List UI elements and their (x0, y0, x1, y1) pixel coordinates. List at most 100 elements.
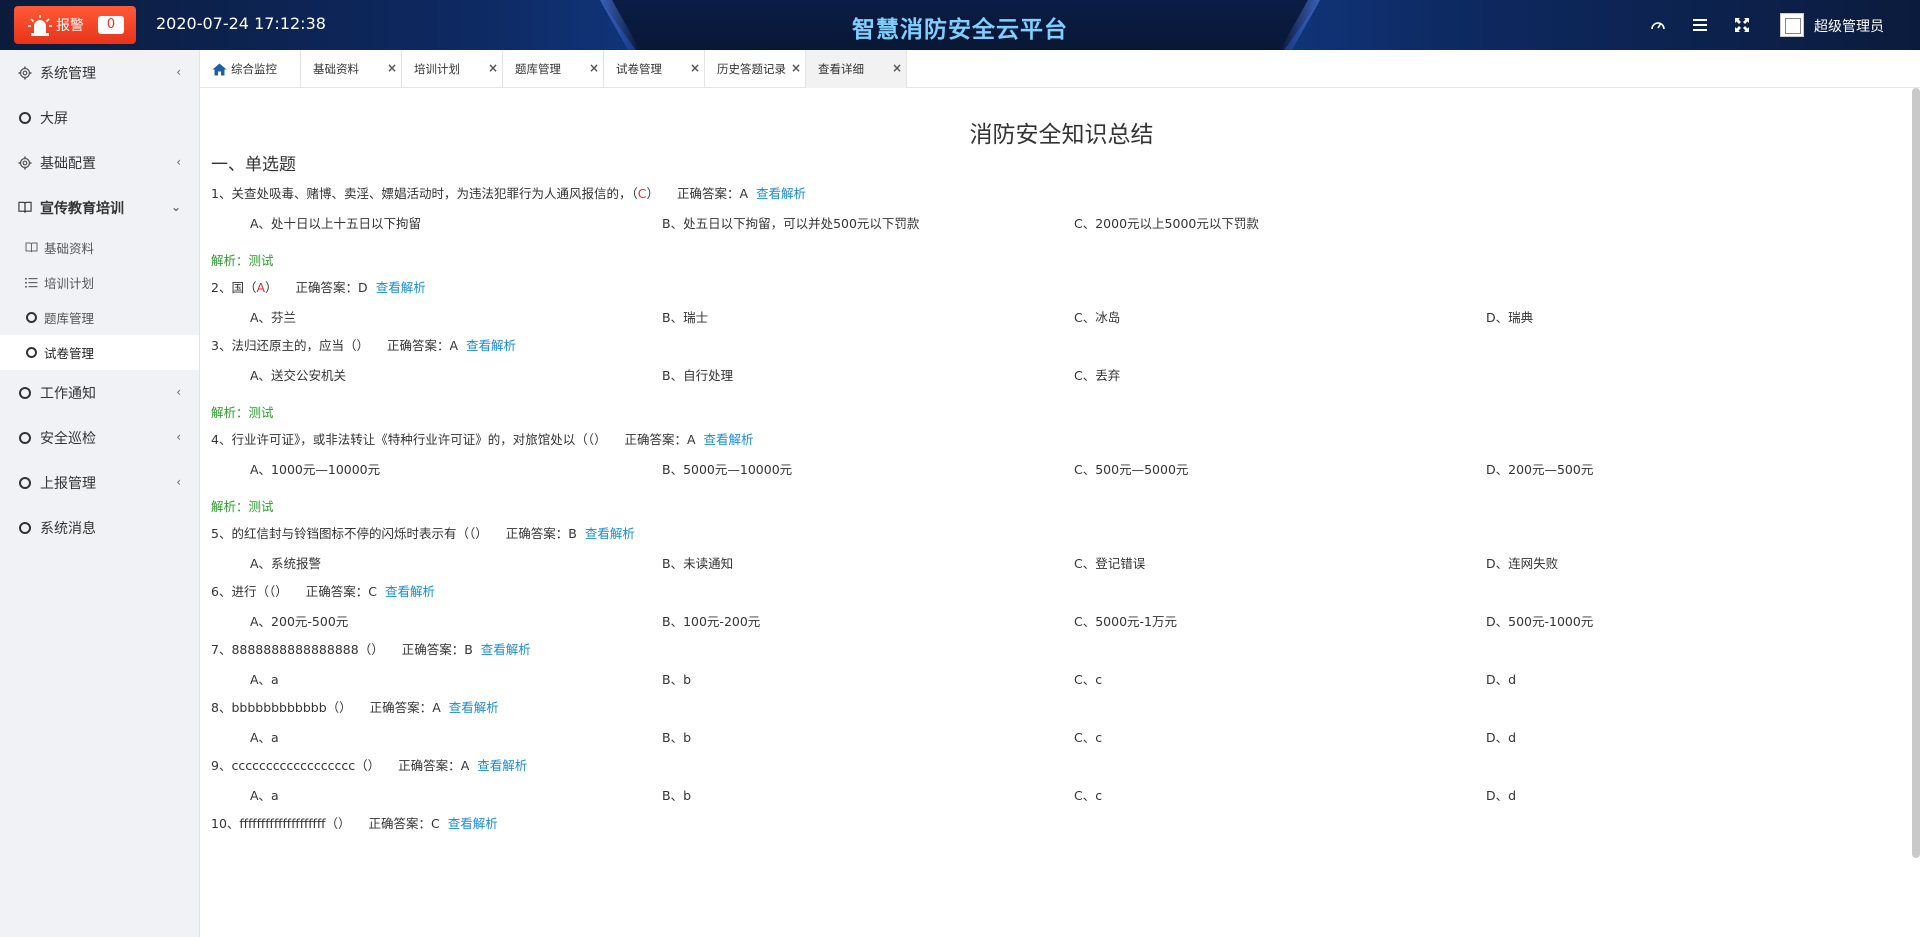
tab-question-bank[interactable]: 题库管理 × (503, 50, 604, 88)
option-row: A、处十日以上十五日以下拘留 B、处五日以下拘留，可以并处500元以下罚款 C、20… (211, 213, 1912, 235)
list-icon (24, 276, 38, 290)
question-stem: 9、cccccccccccccccccc（） (211, 758, 381, 773)
circle-icon (18, 476, 32, 490)
question-stem-line: 8、bbbbbbbbbbbb（） 正确答案：A 查看解析 (211, 697, 1912, 719)
view-analysis-link[interactable]: 查看解析 (376, 280, 426, 295)
option-row: A、a B、b C、c D、d (211, 669, 1912, 691)
close-icon[interactable]: × (488, 61, 498, 75)
home-icon (212, 63, 227, 76)
view-analysis-link[interactable]: 查看解析 (449, 700, 499, 715)
correct-answer: 正确答案：D (296, 280, 368, 295)
sidebar-subitem-question-bank[interactable]: 题库管理 (0, 300, 199, 335)
question-stem: 4、行业许可证》，或非法转让《特种行业许可证》的，对旅馆处以（（） (211, 432, 607, 447)
option-row: A、送交公安机关 B、自行处理 C、丢弃 (211, 365, 1912, 387)
view-analysis-link[interactable]: 查看解析 (477, 758, 527, 773)
sidebar-item-report-management[interactable]: 上报管理 ‹ (0, 460, 199, 505)
answer-option: A、a (250, 730, 279, 745)
close-icon[interactable]: × (589, 61, 599, 75)
circle-icon (18, 431, 32, 445)
view-analysis-link[interactable]: 查看解析 (385, 584, 435, 599)
content-scrollbar[interactable] (1912, 88, 1920, 858)
sidebar-subitem-label: 题库管理 (44, 311, 95, 326)
answer-option: C、冰岛 (1074, 310, 1121, 325)
circle-icon (24, 346, 38, 360)
view-analysis-link[interactable]: 查看解析 (704, 432, 754, 447)
question-item: 9、cccccccccccccccccc（） 正确答案：A 查看解析 A、a B、b C、… (211, 755, 1912, 807)
correct-answer-prefix: 正确答案： (305, 584, 369, 599)
close-icon[interactable]: × (387, 61, 397, 75)
correct-answer-value: A (686, 432, 696, 447)
analysis-text: 解析：测试 (211, 499, 274, 514)
view-analysis-link[interactable]: 查看解析 (466, 338, 516, 353)
sidebar-subitem-exam-paper[interactable]: 试卷管理 (0, 335, 199, 370)
answer-option: C、5000元-1万元 (1074, 614, 1178, 629)
sidebar-item-basic-config[interactable]: 基础配置 ‹ (0, 140, 199, 185)
chevron-left-icon: ‹ (176, 475, 181, 489)
tab-training-plan[interactable]: 培训计划 × (402, 50, 503, 88)
tab-overview[interactable]: 综合监控 (200, 50, 301, 88)
tab-label: 历史答题记录 (717, 62, 786, 76)
sidebar-subitem-training-plan[interactable]: 培训计划 (0, 265, 199, 300)
correct-answer-prefix: 正确答案： (401, 642, 465, 657)
tab-label: 培训计划 (414, 62, 460, 76)
sidebar-item-education-training[interactable]: 宣传教育培训 ⌄ (0, 185, 199, 230)
tab-answer-history[interactable]: 历史答题记录 × (705, 50, 806, 88)
dashboard-gauge-icon[interactable] (1648, 15, 1668, 35)
answer-option: C、丢弃 (1074, 368, 1121, 383)
menu-bars-icon[interactable] (1690, 15, 1710, 35)
close-icon[interactable]: × (892, 61, 902, 75)
correct-answer-value: A (432, 700, 441, 715)
question-list: 1、关查处吸毒、赌博、卖淫、嫖娼活动时，为违法犯罪行为人通风报信的，（ C ） 正确答… (211, 183, 1912, 835)
view-analysis-link[interactable]: 查看解析 (448, 816, 498, 831)
question-stem-line: 2、国（A） 正确答案：D 查看解析 (211, 277, 1912, 299)
sidebar-item-label: 工作通知 (40, 385, 96, 402)
view-analysis-link[interactable]: 查看解析 (585, 526, 635, 541)
gear-icon (18, 66, 32, 80)
tab-label: 综合监控 (231, 62, 277, 76)
sidebar-item-safety-patrol[interactable]: 安全巡检 ‹ (0, 415, 199, 460)
correct-answer-prefix: 正确答案： (295, 280, 359, 295)
answer-option: D、d (1486, 672, 1517, 687)
close-icon[interactable]: × (690, 61, 700, 75)
option-row: A、a B、b C、c D、d (211, 727, 1912, 749)
correct-answer-value: A (460, 758, 470, 773)
answer-option: B、b (662, 788, 692, 803)
close-icon[interactable]: × (791, 61, 801, 75)
answer-option: A、1000元—10000元 (250, 462, 381, 477)
answer-option: D、200元—500元 (1486, 462, 1594, 477)
answer-option: B、b (662, 672, 692, 687)
sidebar-item-label: 大屏 (40, 110, 68, 127)
top-header: 报警 0 2020-07-24 17:12:38 智慧消防安全云平台 超级管理员 (0, 0, 1920, 50)
question-item: 6、进行（（） 正确答案：C 查看解析 A、200元-500元 B、100元-200元 C… (211, 581, 1912, 633)
sidebar-subitem-basic-materials[interactable]: 基础资料 (0, 230, 199, 265)
correct-answer-prefix: 正确答案： (676, 186, 740, 201)
chevron-down-icon: ⌄ (170, 200, 181, 214)
correct-answer: 正确答案：A (677, 186, 748, 201)
gear-icon (18, 156, 32, 170)
tab-exam-paper[interactable]: 试卷管理 × (604, 50, 705, 88)
username[interactable]: 超级管理员 (1814, 16, 1884, 36)
view-analysis-link[interactable]: 查看解析 (481, 642, 531, 657)
view-analysis-link[interactable]: 查看解析 (756, 186, 806, 201)
sidebar-item-system-messages[interactable]: 系统消息 (0, 505, 199, 550)
paper-title: 消防安全知识总结 (969, 122, 1154, 148)
sidebar-item-system-management[interactable]: 系统管理 ‹ (0, 50, 199, 95)
correct-answer-value: A (739, 186, 749, 201)
sidebar-item-work-notice[interactable]: 工作通知 ‹ (0, 370, 199, 415)
sidebar-item-big-screen[interactable]: 大屏 (0, 95, 199, 140)
answer-option: D、d (1486, 730, 1517, 745)
book-icon (18, 201, 32, 215)
user-avatar[interactable] (1780, 13, 1804, 37)
sidebar-subitem-label: 试卷管理 (44, 346, 95, 361)
correct-answer-prefix: 正确答案： (369, 700, 433, 715)
fullscreen-icon[interactable] (1732, 15, 1752, 35)
answer-option: C、500元—5000元 (1074, 462, 1189, 477)
tab-basic-materials[interactable]: 基础资料 × (301, 50, 402, 88)
answer-option: C、c (1074, 672, 1103, 687)
answer-option: B、未读通知 (662, 556, 734, 571)
tab-view-detail[interactable]: 查看详细 × (806, 50, 907, 88)
correct-answer: 正确答案：B (402, 642, 473, 657)
correct-answer-prefix: 正确答案： (398, 758, 461, 773)
answer-option: A、a (250, 788, 279, 803)
section-title: 一、单选题 (211, 155, 296, 175)
